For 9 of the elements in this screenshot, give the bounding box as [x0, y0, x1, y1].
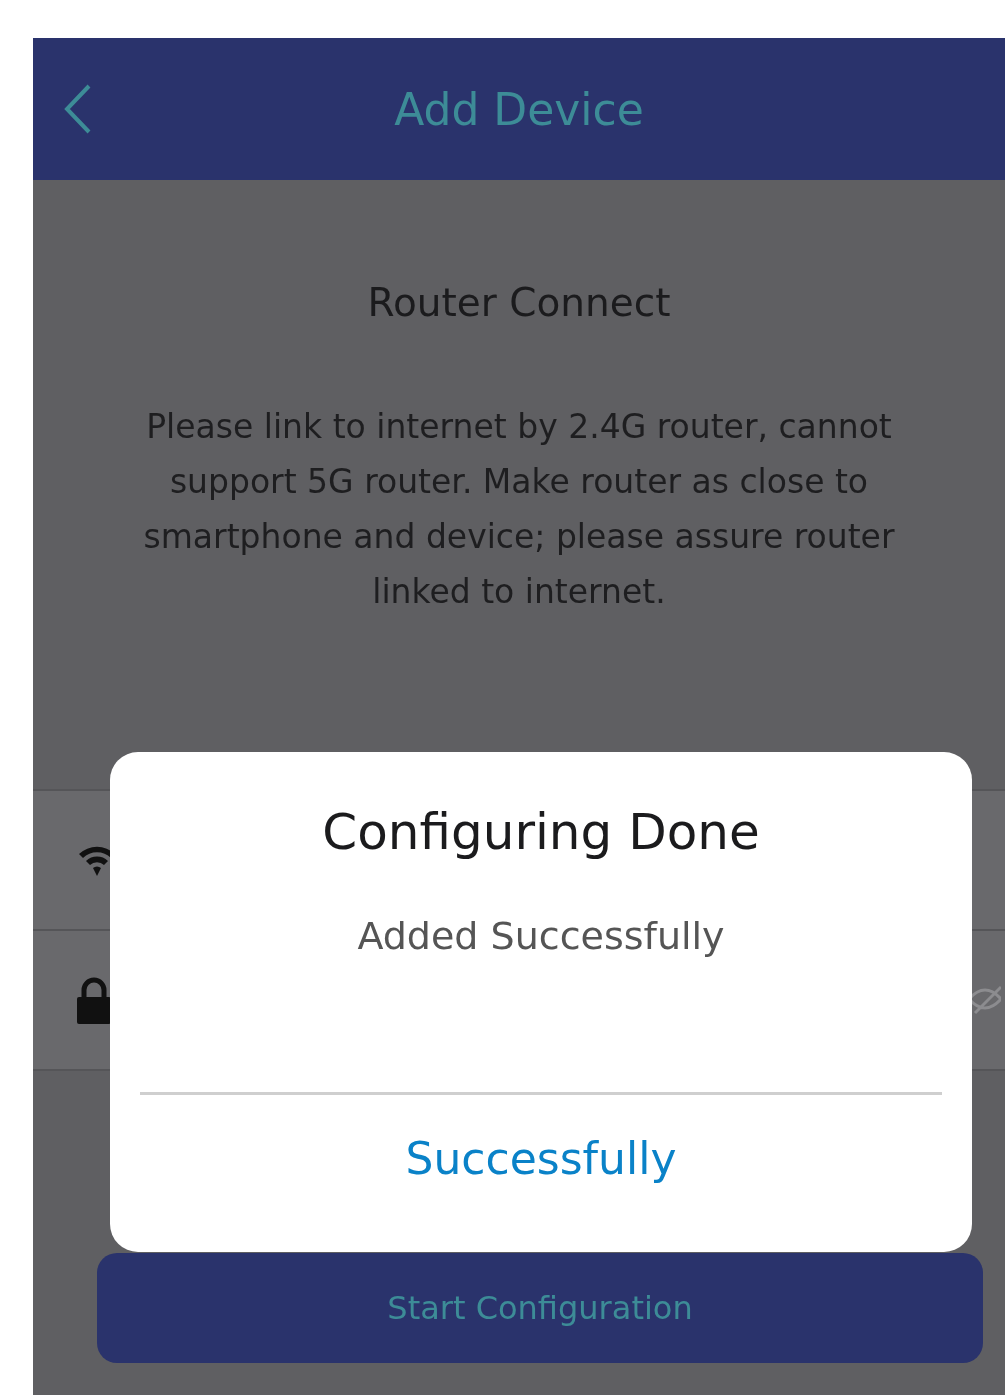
- dialog-title: Configuring Done: [322, 802, 760, 863]
- start-configuration-button[interactable]: Start Configuration: [97, 1253, 983, 1363]
- lock-icon: [77, 976, 111, 1024]
- section-heading: Router Connect: [366, 279, 672, 327]
- dialog-message: Added Successfully: [357, 913, 725, 960]
- screen-title: Add Device: [394, 83, 644, 135]
- back-icon[interactable]: [63, 84, 93, 134]
- instruction-text: Please link to internet by 2.4G router, cannot support 5G router. Make router as close to smartphone and device; please assure router linked to internet.: [142, 406, 896, 613]
- dialog-action-button[interactable]: Successfully: [397, 1133, 685, 1184]
